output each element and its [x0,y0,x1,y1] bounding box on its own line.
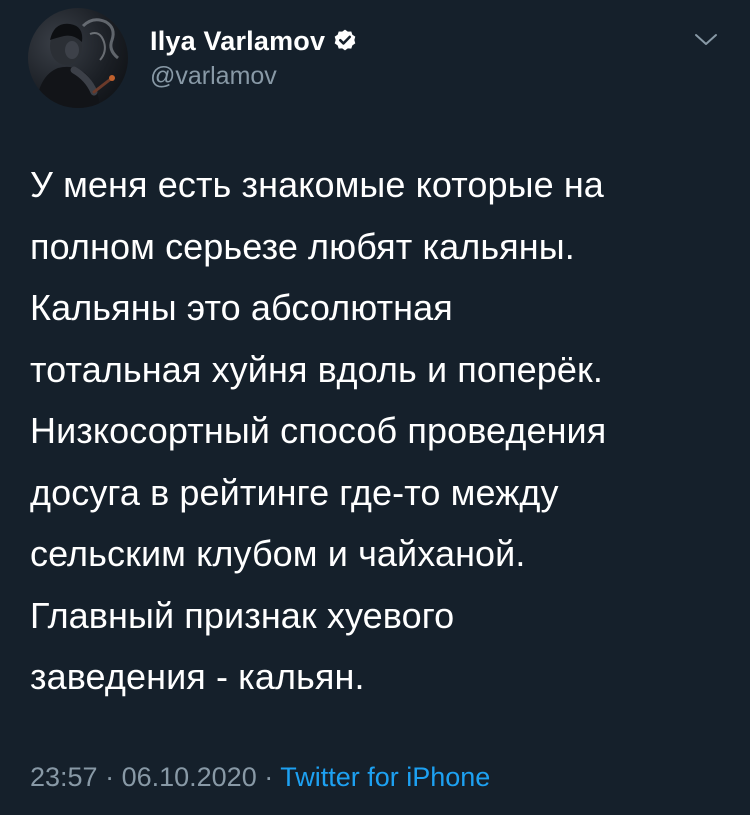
tweet-text-line: У меня есть знакомые которые на [30,164,604,205]
verified-badge-icon [332,28,358,54]
tweet-text-line: досуга в рейтинге где-то между [30,471,559,513]
tweet-source-link[interactable]: Twitter for iPhone [280,762,490,792]
tweet-text-line: заведения - кальян. [30,656,365,697]
tweet-time[interactable]: 23:57 [30,762,98,792]
tweet-text-line: Низкосортный способ проведения [30,410,607,451]
avatar-photo-icon [36,18,119,108]
tweet-text-line: полном серьезе любят кальяны. [30,225,575,267]
author-name[interactable]: Ilya Varlamov [150,26,325,57]
tweet-text-line: Кальяны это абсолютная [30,287,453,328]
tweet-meta: 23:57 · 06.10.2020 · Twitter for iPhone [30,762,490,793]
tweet-text: У меня есть знакомые которые на полном с… [30,154,730,708]
meta-separator: · [97,762,122,792]
author-info[interactable]: Ilya Varlamov @varlamov [150,24,358,91]
avatar[interactable] [28,8,128,108]
tweet-date[interactable]: 06.10.2020 [122,762,257,792]
tweet-text-line: Главный признак хуевого [30,594,455,636]
author-handle[interactable]: @varlamov [150,62,358,91]
author-name-row: Ilya Varlamov [150,24,358,58]
tweet-card: Ilya Varlamov @varlamov У меня есть знак… [0,0,750,815]
tweet-text-line: тотальная хуйня вдоль и поперёк. [30,348,603,390]
chevron-down-icon[interactable] [694,32,718,48]
tweet-text-line: сельским клубом и чайханой. [30,533,526,574]
meta-separator: · [256,762,281,792]
